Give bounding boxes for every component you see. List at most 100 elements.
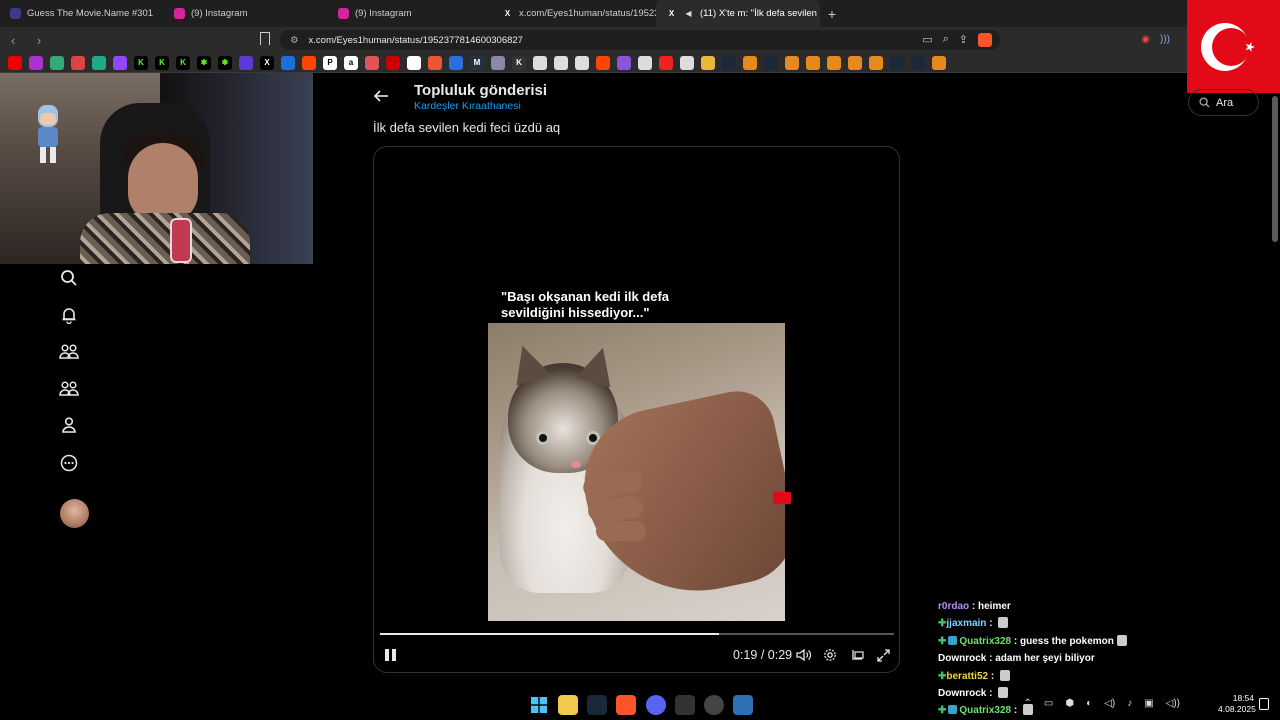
steam-bookmark-icon[interactable] — [722, 55, 736, 70]
x-bookmark-icon[interactable]: X — [260, 55, 274, 70]
tab-instagram-2[interactable]: (9) Instagram — [328, 0, 492, 27]
forward-button[interactable]: › — [26, 33, 52, 48]
bookmark-icon[interactable]: ✱ — [197, 55, 211, 70]
discord-icon[interactable] — [646, 695, 666, 715]
bookmark-icon[interactable] — [260, 32, 270, 45]
zoom-icon[interactable]: ⌕ — [943, 33, 949, 47]
cast-icon[interactable]: ▭ — [922, 33, 932, 47]
communities-icon[interactable] — [58, 341, 80, 363]
bookmark-icon[interactable] — [932, 55, 946, 70]
bookmark-icon[interactable] — [869, 55, 883, 70]
video-player[interactable]: "Başı okşanan kedi ilk defa sevildiğini … — [373, 146, 900, 673]
chat-username[interactable]: jjaxmain — [946, 618, 986, 629]
gmail-bookmark-icon[interactable] — [71, 55, 85, 70]
bookmark-icon[interactable] — [281, 55, 295, 70]
chat-username[interactable]: Downrock — [938, 653, 986, 664]
chat-username[interactable]: r0rdao — [938, 601, 969, 612]
bookmark-icon[interactable] — [827, 55, 841, 70]
steam-bookmark-icon[interactable] — [911, 55, 925, 70]
bookmark-icon[interactable] — [743, 55, 757, 70]
youtube-bookmark-icon[interactable] — [8, 55, 22, 70]
bookmark-icon[interactable] — [365, 55, 379, 70]
bookmark-icon[interactable] — [617, 55, 631, 70]
video-progress-bar[interactable] — [380, 633, 894, 635]
picture-in-picture-icon[interactable] — [849, 647, 865, 663]
chat-username[interactable]: beratti52 — [946, 671, 988, 682]
app-icon[interactable] — [704, 695, 724, 715]
bookmark-icon[interactable] — [239, 55, 253, 70]
search-input[interactable]: Ara — [1188, 89, 1259, 116]
kick-bookmark-icon[interactable]: K — [134, 55, 148, 70]
bookmark-icon[interactable] — [680, 55, 694, 70]
steam-bookmark-icon[interactable] — [764, 55, 778, 70]
bookmark-icon[interactable]: a — [344, 55, 358, 70]
bookmark-icon[interactable] — [659, 55, 673, 70]
chat-username[interactable]: Quatrix328 — [959, 636, 1011, 647]
settings-gear-icon[interactable] — [822, 647, 838, 663]
fullscreen-icon[interactable] — [875, 647, 891, 663]
more-options-icon[interactable] — [58, 452, 80, 474]
tab-guess-movie[interactable]: Guess The Movie.Name #301 — [0, 0, 164, 27]
bookmark-icon[interactable] — [575, 55, 589, 70]
bookmark-icon[interactable] — [848, 55, 862, 70]
bookmark-icon[interactable]: M — [470, 55, 484, 70]
shield-icon[interactable]: ⬢ — [1065, 698, 1074, 709]
extension-icon[interactable]: ◉ — [1141, 34, 1150, 45]
bookmark-icon[interactable] — [407, 55, 421, 70]
pause-icon[interactable] — [385, 649, 397, 661]
microphone-icon[interactable]: ♪ — [1127, 698, 1132, 709]
bookmark-icon[interactable] — [638, 55, 652, 70]
steam-bookmark-icon[interactable] — [890, 55, 904, 70]
bookmark-icon[interactable] — [428, 55, 442, 70]
notification-icon[interactable] — [1259, 698, 1269, 710]
brave-shields-icon[interactable] — [978, 33, 992, 47]
bookmark-icon[interactable] — [785, 55, 799, 70]
bookmark-icon[interactable] — [386, 55, 400, 70]
chevron-up-icon[interactable]: ⌃ — [1024, 698, 1032, 709]
bookmark-icon[interactable]: ✱ — [218, 55, 232, 70]
bookmark-icon[interactable] — [533, 55, 547, 70]
bookmark-icon[interactable] — [449, 55, 463, 70]
app-icon[interactable] — [733, 695, 753, 715]
kick-bookmark-icon[interactable]: K — [155, 55, 169, 70]
bookmark-icon[interactable] — [29, 55, 43, 70]
steam-icon[interactable] — [587, 695, 607, 715]
bookmark-icon[interactable] — [806, 55, 820, 70]
volume-icon[interactable] — [795, 647, 811, 663]
community-link[interactable]: Kardeşler Kıraathanesi — [414, 100, 521, 112]
new-tab-button[interactable]: + — [820, 6, 844, 22]
bookmark-icon[interactable]: P — [323, 55, 337, 70]
audio-extension-icon[interactable]: ))) — [1160, 34, 1170, 45]
address-bar[interactable]: ⚙ x.com/Eyes1human/status/19523778146003… — [280, 30, 1000, 50]
file-explorer-icon[interactable] — [558, 695, 578, 715]
windows-start-icon[interactable] — [529, 695, 549, 715]
tab-instagram-1[interactable]: (9) Instagram — [164, 0, 328, 27]
tab-x-status[interactable]: X x.com/Eyes1human/status/1952377814... — [492, 0, 656, 27]
speaker-icon[interactable]: ◁) — [1104, 698, 1115, 709]
volume-icon[interactable]: ◁)) — [1166, 698, 1180, 709]
system-clock[interactable]: 18:54 4.08.2025 — [1218, 693, 1256, 715]
reddit-bookmark-icon[interactable] — [596, 55, 610, 70]
notifications-bell-icon[interactable] — [58, 304, 80, 326]
brave-browser-icon[interactable] — [616, 695, 636, 715]
network-icon[interactable]: ▣ — [1144, 698, 1153, 709]
kick-bookmark-icon[interactable]: K — [176, 55, 190, 70]
tab-x-active[interactable]: X ◀ (11) X'te m: "İlk defa sevilen k... … — [656, 0, 820, 27]
back-button[interactable]: ‹ — [0, 33, 26, 48]
battery-icon[interactable]: ▭ — [1044, 698, 1053, 709]
folder-bookmark-icon[interactable] — [701, 55, 715, 70]
bookmark-icon[interactable] — [491, 55, 505, 70]
user-avatar[interactable] — [60, 499, 89, 528]
twitch-bookmark-icon[interactable] — [113, 55, 127, 70]
windows-bookmark-icon[interactable] — [50, 55, 64, 70]
premium-communities-icon[interactable] — [58, 378, 80, 400]
bookmark-icon[interactable]: K — [512, 55, 526, 70]
page-scrollbar[interactable] — [1272, 96, 1278, 242]
explore-search-icon[interactable] — [58, 267, 80, 289]
profile-icon[interactable] — [58, 414, 80, 436]
steam-tray-icon[interactable]: ◐ — [1086, 698, 1092, 709]
reddit-bookmark-icon[interactable] — [302, 55, 316, 70]
back-arrow-icon[interactable] — [372, 88, 390, 104]
drive-bookmark-icon[interactable] — [92, 55, 106, 70]
obs-icon[interactable] — [675, 695, 695, 715]
